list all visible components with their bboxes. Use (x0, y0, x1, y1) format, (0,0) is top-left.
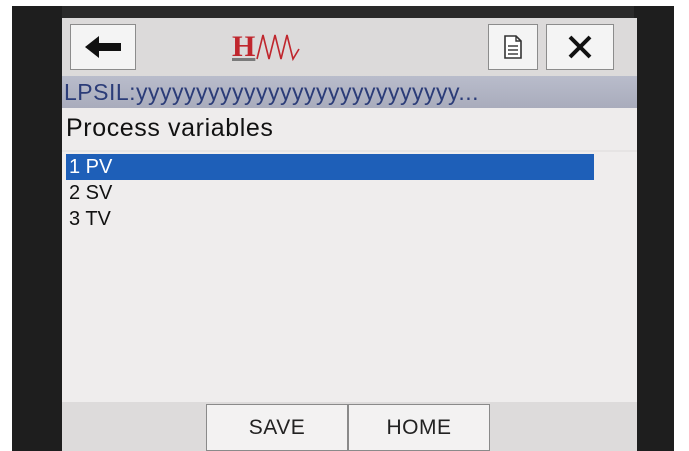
waveform-icon (256, 34, 301, 62)
close-button[interactable] (546, 24, 614, 70)
back-button[interactable] (70, 24, 136, 70)
header-bar: H (62, 18, 637, 76)
menu-item-pv[interactable]: 1 PV (66, 154, 594, 180)
close-icon (568, 35, 592, 59)
device-frame: H LPSIL:yyyyyyyyyyyyyyyyyyyyyyyyyyy... P… (12, 6, 674, 451)
save-button[interactable]: SAVE (206, 404, 348, 451)
arrow-left-icon (85, 36, 121, 58)
device-bezel-right (634, 6, 674, 451)
menu-item-tv[interactable]: 3 TV (66, 206, 594, 232)
footer-bar: SAVE HOME (62, 402, 637, 451)
logo: H (232, 24, 322, 70)
device-tag: LPSIL:yyyyyyyyyyyyyyyyyyyyyyyyyyy... (62, 76, 637, 108)
document-button[interactable] (488, 24, 538, 70)
page-title: Process variables (62, 108, 637, 150)
menu-list: 1 PV 2 SV 3 TV (62, 152, 637, 402)
home-button[interactable]: HOME (348, 404, 490, 451)
logo-letter: H (232, 30, 256, 63)
document-icon (504, 35, 522, 59)
lcd-screen: H LPSIL:yyyyyyyyyyyyyyyyyyyyyyyyyyy... P… (62, 18, 637, 451)
menu-item-sv[interactable]: 2 SV (66, 180, 594, 206)
device-bezel-left (12, 6, 62, 451)
